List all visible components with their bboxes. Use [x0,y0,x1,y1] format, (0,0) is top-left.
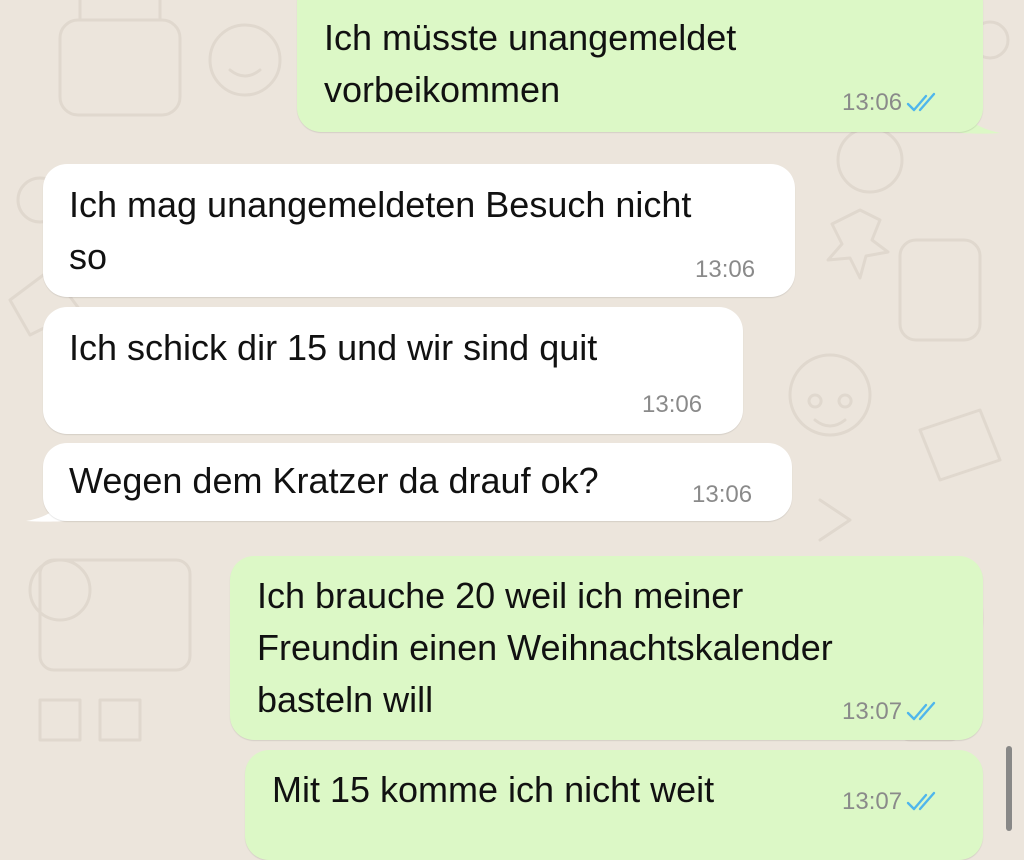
double-check-read-icon [906,92,936,112]
message-text: Ich müsste unangemeldet vorbeikommen [324,17,737,110]
message-bubble-incoming[interactable]: Ich schick dir 15 und wir sind quit 13:0… [43,307,743,434]
message-time: 13:07 [842,698,903,725]
chat-messages: Ich müsste unangemeldet vorbeikommen 13:… [0,0,1024,860]
message-time: 13:07 [842,788,903,815]
message-meta: 13:06 [692,481,752,509]
message-text: Ich brauche 20 weil ich meiner Freundin … [257,575,833,720]
message-bubble-outgoing[interactable]: Ich müsste unangemeldet vorbeikommen 13:… [297,0,983,132]
message-text: Ich mag unangemeldeten Besuch nicht so [69,184,692,277]
message-time: 13:06 [842,89,903,116]
message-bubble-outgoing[interactable]: Mit 15 komme ich nicht weit 13:07 [245,750,983,860]
message-bubble-incoming[interactable]: Ich mag unangemeldeten Besuch nicht so 1… [43,164,795,297]
double-check-read-icon [906,701,936,721]
message-text: Mit 15 komme ich nicht weit [272,769,715,810]
message-meta: 13:07 [842,698,942,726]
message-time: 13:06 [695,256,756,283]
message-text: Wegen dem Kratzer da drauf ok? [69,460,599,501]
double-check-read-icon [906,791,936,811]
message-meta: 13:06 [842,89,942,117]
message-bubble-incoming[interactable]: Wegen dem Kratzer da drauf ok? 13:06 [43,443,792,521]
message-meta: 13:07 [842,788,942,816]
message-time: 13:06 [642,391,703,418]
message-time: 13:06 [692,481,753,508]
message-text: Ich schick dir 15 und wir sind quit [69,327,598,368]
message-bubble-outgoing[interactable]: Ich brauche 20 weil ich meiner Freundin … [230,556,983,740]
message-meta: 13:06 [642,391,702,419]
message-meta: 13:06 [695,256,755,284]
